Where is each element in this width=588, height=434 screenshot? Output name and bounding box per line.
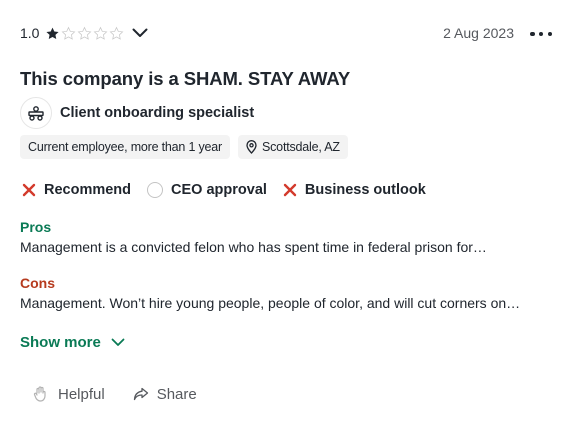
- star-empty-icon: [94, 26, 108, 40]
- dot: [547, 31, 552, 37]
- job-role-icon: [20, 97, 52, 129]
- cons-heading: Cons: [20, 275, 55, 291]
- recommend-label: Recommend: [44, 182, 132, 198]
- employment-status-label: Current employee, more than 1 year: [28, 140, 222, 154]
- pros-text: Management is a convicted felon who has …: [20, 239, 487, 255]
- job-title-row: Client onboarding specialist: [20, 97, 254, 129]
- x-icon: [22, 183, 36, 197]
- ceo-approval-label: CEO approval: [171, 182, 267, 198]
- location-label: Scottsdale, AZ: [262, 140, 340, 154]
- business-outlook-flag: Business outlook: [283, 182, 426, 198]
- rating-value: 1.0: [20, 25, 40, 41]
- star-empty-icon: [110, 26, 124, 40]
- share-button[interactable]: Share: [133, 386, 197, 403]
- x-icon: [283, 183, 297, 197]
- star-filled-icon: [46, 27, 60, 39]
- location-pin-icon: [246, 140, 257, 154]
- review-flags: Recommend CEO approval Business outlook: [22, 180, 442, 200]
- review-date: 2 Aug 2023: [443, 25, 514, 41]
- chevron-down-icon: [111, 338, 125, 346]
- more-options-icon[interactable]: [530, 27, 552, 41]
- employment-status-tag: Current employee, more than 1 year: [20, 135, 230, 159]
- star-rating: [45, 26, 124, 41]
- show-more-label: Show more: [20, 334, 101, 351]
- star-empty-icon: [78, 26, 92, 40]
- rating-details-chevron-down-icon[interactable]: [132, 28, 148, 38]
- show-more-button[interactable]: Show more: [20, 334, 125, 351]
- empty-circle-icon: [147, 182, 164, 198]
- ceo-approval-flag: CEO approval: [147, 182, 267, 198]
- location-tag: Scottsdale, AZ: [238, 135, 348, 159]
- job-title: Client onboarding specialist: [60, 105, 255, 121]
- helpful-hands-icon: [33, 386, 46, 402]
- review-title: This company is a SHAM. STAY AWAY: [20, 68, 351, 89]
- rating-row: 1.0: [20, 22, 148, 44]
- share-label: Share: [156, 385, 197, 403]
- reviewer-tags: Current employee, more than 1 year Scott…: [20, 135, 348, 159]
- review-actions: Helpful Share: [32, 383, 225, 405]
- pros-heading: Pros: [20, 219, 52, 235]
- helpful-button[interactable]: Helpful: [32, 385, 105, 403]
- dot: [538, 31, 544, 37]
- dot: [530, 31, 535, 37]
- share-icon: [133, 387, 148, 401]
- cons-text: Management. Won’t hire young people, peo…: [20, 295, 521, 311]
- business-outlook-label: Business outlook: [304, 182, 426, 198]
- recommend-flag: Recommend: [22, 182, 131, 198]
- helpful-label: Helpful: [58, 385, 105, 403]
- star-empty-icon: [62, 26, 76, 40]
